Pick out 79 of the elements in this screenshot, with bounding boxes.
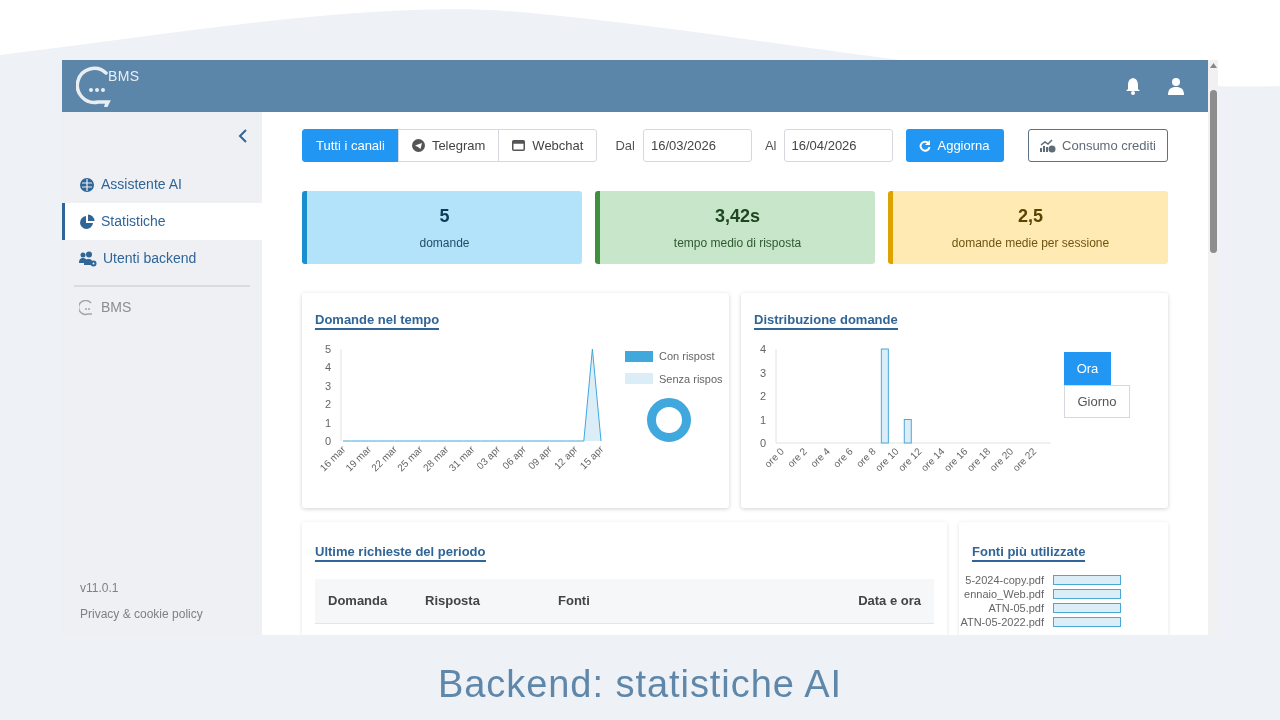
axis-tick-label: 15 apr bbox=[577, 443, 606, 472]
source-bar bbox=[1053, 617, 1121, 627]
column-header: Data e ora bbox=[858, 592, 921, 611]
bell-icon[interactable] bbox=[1124, 77, 1142, 95]
nav-item[interactable]: Utenti backend bbox=[62, 240, 262, 277]
stat-label: domande bbox=[419, 235, 470, 252]
source-label: ATN-05-2022.pdf bbox=[960, 614, 1044, 630]
scrollbar-thumb[interactable] bbox=[1209, 90, 1217, 253]
paper-plane-icon bbox=[411, 139, 425, 152]
credits-button[interactable]: Consumo crediti bbox=[1028, 129, 1168, 162]
nav-item[interactable]: Statistiche bbox=[62, 203, 262, 240]
logo-text: BMS bbox=[108, 67, 140, 86]
axis-tick-label: 4 bbox=[759, 343, 766, 355]
pie-chart-icon bbox=[79, 213, 95, 230]
window-icon bbox=[512, 140, 526, 151]
channel-tab[interactable]: Webchat bbox=[498, 129, 598, 162]
axis-tick-label: 03 apr bbox=[474, 443, 503, 472]
stat-label: tempo medio di risposta bbox=[673, 235, 802, 252]
nav-item[interactable]: Assistente AI bbox=[62, 166, 262, 203]
date-field[interactable]: 16/03/2026 bbox=[642, 129, 752, 162]
card-title: Ultime richieste del periodo bbox=[315, 544, 486, 562]
card-title: Fonti più utilizzate bbox=[972, 544, 1086, 562]
legend-label: Senza rispos bbox=[659, 371, 723, 387]
column-header: Fonti bbox=[558, 592, 590, 611]
axis-tick-label: 1 bbox=[324, 416, 331, 429]
refresh-button[interactable]: Aggiorna bbox=[905, 129, 1004, 162]
axis-tick-label: 09 apr bbox=[526, 443, 554, 472]
date-field[interactable]: 16/04/2026 bbox=[783, 129, 893, 162]
scrollbar[interactable] bbox=[1208, 60, 1218, 635]
stat-value: 3,42s bbox=[714, 205, 760, 228]
axis-tick-label: 06 apr bbox=[500, 443, 528, 472]
axis-tick-label: 4 bbox=[324, 361, 331, 374]
legend-label: Con rispost bbox=[659, 349, 715, 364]
axis-tick-label: 1 bbox=[759, 413, 766, 426]
legend-swatch bbox=[625, 350, 653, 362]
brand-link[interactable]: BMS bbox=[62, 287, 262, 328]
axis-tick-label: 2 bbox=[324, 398, 331, 411]
toggle-button[interactable]: Giorno bbox=[1064, 385, 1130, 418]
stat-label: domande medie per sessione bbox=[951, 235, 1110, 252]
source-bar bbox=[1053, 575, 1121, 585]
axis-tick-label: ore 2 bbox=[785, 445, 810, 470]
axis-tick-label: ore 4 bbox=[808, 445, 832, 470]
axis-tick-label: 5 bbox=[324, 343, 331, 355]
axis-tick-label: 3 bbox=[324, 379, 331, 392]
column-header: Risposta bbox=[425, 592, 481, 611]
source-label: ATN-05.pdf bbox=[988, 600, 1044, 616]
card-title: Distribuzione domande bbox=[754, 312, 898, 330]
users-gear-icon bbox=[79, 250, 97, 267]
chart-coin-icon bbox=[1040, 138, 1057, 153]
channel-tab[interactable]: Tutti i canali bbox=[302, 129, 399, 162]
axis-tick-label: 0 bbox=[759, 437, 766, 449]
source-bar bbox=[1053, 603, 1121, 613]
axis-tick-label: ore 8 bbox=[853, 445, 878, 470]
privacy-link[interactable]: Privacy & cookie policy bbox=[80, 605, 244, 623]
source-bar bbox=[1053, 589, 1121, 599]
axis-tick-label: 22 mar bbox=[369, 443, 399, 474]
version-text: v11.0.1 bbox=[80, 580, 120, 597]
axis-tick-label: 0 bbox=[324, 435, 331, 447]
collapse-chevron-icon[interactable] bbox=[238, 128, 248, 144]
bar bbox=[903, 419, 912, 444]
axis-tick-label: 3 bbox=[759, 366, 766, 379]
axis-tick-label: ore 6 bbox=[831, 445, 855, 470]
axis-tick-label: 2 bbox=[759, 390, 766, 402]
refresh-icon bbox=[919, 139, 932, 152]
donut-drawing bbox=[646, 397, 692, 443]
column-header: Domanda bbox=[328, 592, 389, 611]
axis-tick-label: 12 apr bbox=[551, 443, 580, 472]
stat-value: 2,5 bbox=[1018, 205, 1043, 228]
card-title: Domande nel tempo bbox=[315, 312, 440, 330]
toggle-button[interactable]: Ora bbox=[1064, 352, 1111, 385]
source-label: ennaio_Web.pdf bbox=[964, 586, 1044, 602]
user-icon[interactable] bbox=[1168, 77, 1184, 95]
stat-value: 5 bbox=[439, 205, 450, 228]
from-label: Dal bbox=[615, 136, 635, 155]
scroll-up-arrow-icon[interactable] bbox=[1209, 63, 1217, 68]
channel-tab[interactable]: Telegram bbox=[397, 129, 500, 162]
source-label: 5-2024-copy.pdf bbox=[965, 572, 1044, 588]
caption: Backend: statistiche AI bbox=[436, 662, 844, 707]
to-label: Al bbox=[764, 136, 777, 155]
